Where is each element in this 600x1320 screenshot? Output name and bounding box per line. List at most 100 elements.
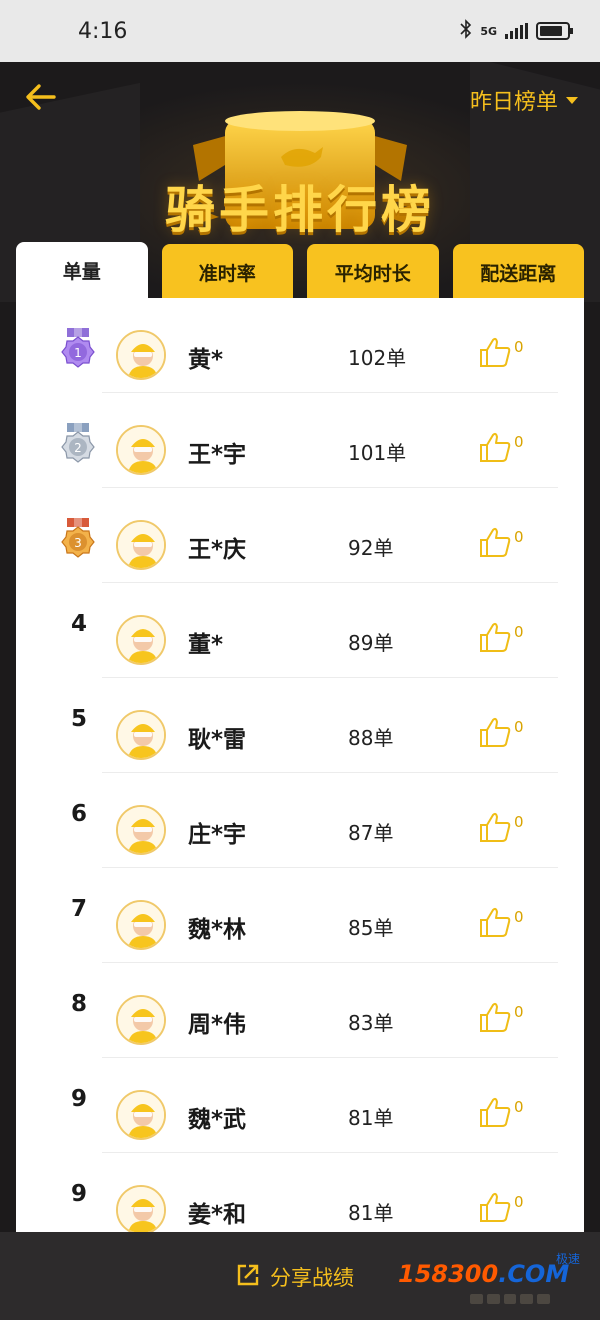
avatar[interactable] [116,1185,166,1232]
svg-text:1: 1 [74,346,82,360]
like-count: 0 [514,908,524,926]
like-button[interactable]: 0 [478,1001,524,1037]
range-label: 昨日榜单 [469,90,558,115]
like-count: 0 [514,1193,524,1211]
like-button[interactable]: 0 [478,1191,524,1227]
watermark-subtext [470,1294,550,1308]
rank-number: 6 [70,801,87,827]
list-item: 6 庄*宇 87单 0 [16,773,584,868]
thumbs-up-icon [478,906,512,942]
list-item: 2 王*宇 101单 0 [16,393,584,488]
bluetooth-icon [460,19,472,43]
order-count: 101单 [348,441,407,465]
thumbs-up-icon [478,811,512,847]
avatar[interactable] [116,995,166,1045]
avatar[interactable] [116,1090,166,1140]
like-count: 0 [514,338,524,356]
watermark-logo: 158300.COM [398,1260,570,1288]
share-label: 分享战绩 [270,1266,354,1290]
rider-name: 姜*和 [188,1202,247,1228]
silver-medal-icon: 2 [58,423,98,471]
thumbs-up-icon [478,526,512,562]
order-count: 87单 [348,821,394,845]
order-count: 102单 [348,346,407,370]
list-item: 9 姜*和 81单 0 [16,1153,584,1232]
avatar[interactable] [116,710,166,760]
rider-name: 董* [188,632,224,658]
like-button[interactable]: 0 [478,336,524,372]
like-count: 0 [514,718,524,736]
thumbs-up-icon [478,1001,512,1037]
avatar[interactable] [116,520,166,570]
order-count: 85单 [348,916,394,940]
rider-name: 魏*林 [188,917,247,943]
rank-number: 5 [70,706,87,732]
ranking-list: 1 黄* 102单 0 2 王*宇 101单 0 3 王*庆 92单 0 4 董* 89单… [16,298,584,1232]
like-count: 0 [514,433,524,451]
list-item: 8 周*伟 83单 0 [16,963,584,1058]
list-item: 7 魏*林 85单 0 [16,868,584,963]
like-button[interactable]: 0 [478,716,524,752]
rider-name: 周*伟 [188,1012,247,1038]
order-count: 81单 [348,1106,394,1130]
list-item: 3 王*庆 92单 0 [16,488,584,583]
rider-name: 王*宇 [188,442,247,468]
like-button[interactable]: 0 [478,621,524,657]
status-icons: 5G [460,19,573,43]
order-count: 89单 [348,631,394,655]
thumbs-up-icon [478,431,512,467]
order-count: 83单 [348,1011,394,1035]
list-item: 4 董* 89单 0 [16,583,584,678]
like-button[interactable]: 0 [478,811,524,847]
order-count: 92单 [348,536,394,560]
avatar[interactable] [116,615,166,665]
like-button[interactable]: 0 [478,906,524,942]
signal-icon [505,23,528,39]
status-bar: 4:16 5G [0,0,600,62]
page-title: 骑手排行榜 [165,181,435,239]
share-icon [236,1263,260,1292]
rider-name: 王*庆 [188,537,247,563]
status-time: 4:16 [78,18,128,44]
like-count: 0 [514,623,524,641]
watermark-tag: 极速 [556,1252,581,1266]
list-item: 5 耿*雷 88单 0 [16,678,584,773]
rank-number: 4 [70,611,87,637]
thumbs-up-icon [478,621,512,657]
metric-tabs: 单量 准时率 平均时长 配送距离 [16,242,584,300]
like-count: 0 [514,1003,524,1021]
like-button[interactable]: 0 [478,1096,524,1132]
share-button[interactable]: 分享战绩 [236,1262,354,1292]
like-button[interactable]: 0 [478,526,524,562]
bottom-bar: 分享战绩 158300.COM 极速 [0,1232,600,1320]
avatar[interactable] [116,330,166,380]
tab-average-duration[interactable]: 平均时长 [307,244,439,300]
rank-number: 8 [70,991,87,1017]
range-dropdown[interactable]: 昨日榜单 [470,84,578,116]
like-button[interactable]: 0 [478,431,524,467]
rider-name: 庄*宇 [188,822,247,848]
bronze-medal-icon: 3 [58,518,98,566]
tab-on-time-rate[interactable]: 准时率 [161,244,293,300]
rider-name: 耿*雷 [188,727,247,753]
battery-icon [536,22,573,40]
network-label: 5G [480,24,497,38]
order-count: 88单 [348,726,394,750]
avatar[interactable] [116,900,166,950]
rider-name: 黄* [188,347,224,373]
rank-number: 7 [70,896,87,922]
like-count: 0 [514,813,524,831]
back-arrow-icon[interactable] [24,80,58,114]
tab-delivery-distance[interactable]: 配送距离 [452,244,584,300]
thumbs-up-icon [478,1096,512,1132]
thumbs-up-icon [478,716,512,752]
avatar[interactable] [116,805,166,855]
rank-number: 9 [70,1086,87,1112]
rank-number: 9 [70,1181,87,1207]
thumbs-up-icon [478,1191,512,1227]
svg-text:3: 3 [74,536,82,550]
order-count: 81单 [348,1201,394,1225]
tab-order-count[interactable]: 单量 [16,242,148,298]
avatar[interactable] [116,425,166,475]
caret-down-icon [566,96,578,104]
